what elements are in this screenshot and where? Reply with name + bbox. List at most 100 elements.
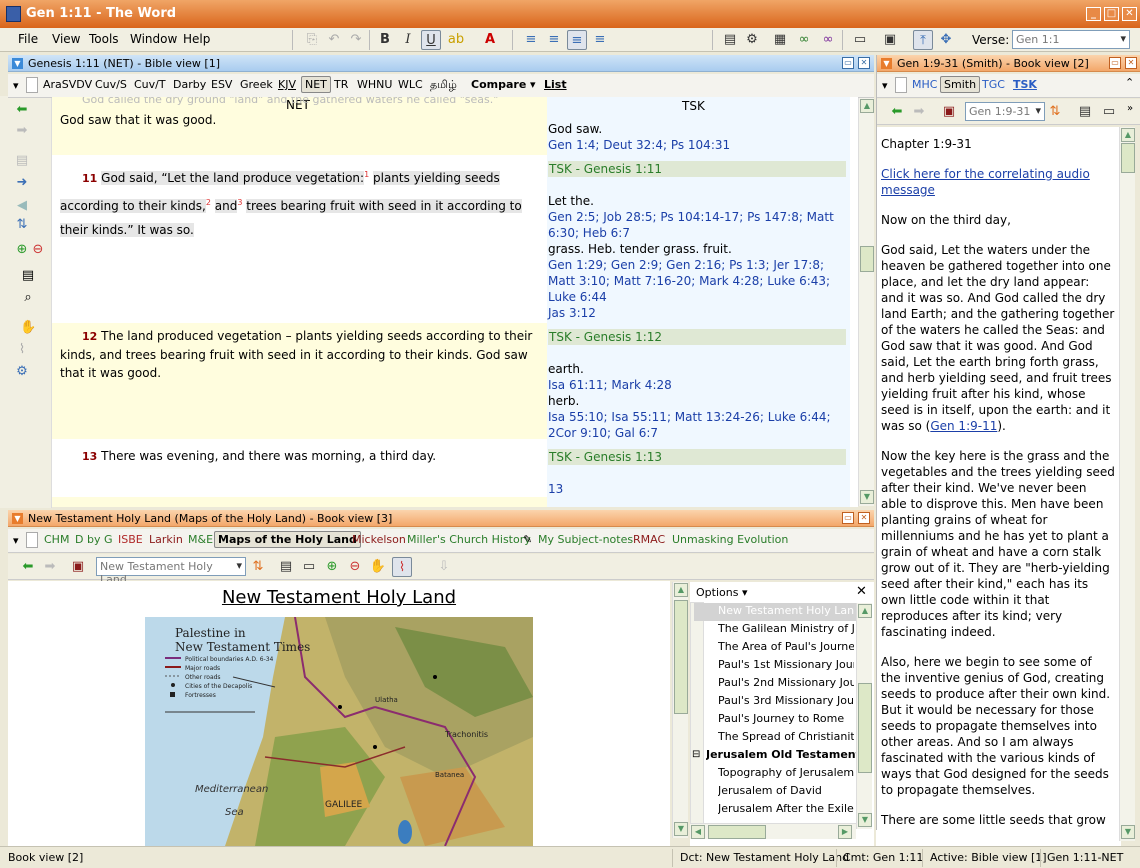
footnote-marker[interactable]: 2	[206, 198, 211, 207]
pane-restore-icon[interactable]: ▭	[842, 512, 854, 524]
options-button[interactable]: Options ▾	[696, 586, 747, 599]
menu-help[interactable]: Help	[183, 32, 210, 46]
forward-arrow-icon[interactable]: ➡	[909, 102, 929, 122]
window-layout-icon[interactable]: ▣	[880, 30, 900, 50]
tab-esv[interactable]: ESV	[211, 78, 232, 91]
bold-button[interactable]: B	[375, 30, 395, 50]
tab-list[interactable]: List	[544, 78, 567, 91]
tsk-ref-link[interactable]: Gen 1:4; Deut 32:4; Ps 104:31	[548, 137, 846, 153]
close-button[interactable]: ✕	[1122, 7, 1137, 21]
scripture-ref-link[interactable]: Gen 1:9-11	[930, 419, 997, 433]
link-up-icon[interactable]: ⤒	[913, 30, 933, 50]
tab-whnu[interactable]: WHNU	[357, 78, 392, 91]
menu-tools[interactable]: Tools	[89, 32, 119, 46]
tree-item[interactable]: The Galilean Ministry of Jesus	[718, 622, 854, 635]
tree-item[interactable]: The Spread of Christianity	[718, 730, 854, 743]
tree-item[interactable]: Jerusalem After the Exile	[718, 802, 854, 815]
map-scrollbar[interactable]: ▲ ▼	[672, 582, 688, 838]
tab-mhc[interactable]: MHC	[912, 78, 937, 91]
pane-close-icon[interactable]: ✕	[858, 512, 870, 524]
pane-close-icon[interactable]: ✕	[858, 57, 870, 69]
commentary-ref-select[interactable]: Gen 1:9-31 ▾	[965, 102, 1045, 121]
tab-rmac[interactable]: RMAC	[633, 533, 665, 546]
tab-larkin[interactable]: Larkin	[149, 533, 183, 546]
tree-item[interactable]: The Area of Paul's Journeys	[718, 640, 854, 653]
tree-item[interactable]: Jerusalem of David	[718, 784, 854, 797]
tree-item[interactable]: Paul's Journey to Rome	[718, 712, 854, 725]
tab-greek[interactable]: Greek	[240, 78, 273, 91]
pane-menu-icon[interactable]: ▼	[12, 58, 23, 69]
pane-restore-icon[interactable]: ▭	[1109, 57, 1121, 69]
tabs-menu-icon[interactable]: ▾	[882, 79, 888, 92]
align-left-icon[interactable]: ≡	[521, 30, 541, 50]
back-arrow-icon[interactable]: ⬅	[887, 102, 907, 122]
tab-subject-notes[interactable]: My Subject-notes	[538, 533, 633, 546]
book-icon[interactable]: ▣	[939, 102, 959, 122]
book-topic-select[interactable]: New Testament Holy Land ▾	[96, 557, 246, 586]
tree-item[interactable]: New Testament Holy Land	[718, 604, 854, 617]
bible-scrollbar[interactable]: ▲ ▼	[858, 98, 874, 506]
tab-unmasking[interactable]: Unmasking Evolution	[672, 533, 788, 546]
tab-m-e[interactable]: M&E	[188, 533, 213, 546]
tab-maps[interactable]: Maps of the Holy Land	[214, 531, 361, 548]
tab-wlc[interactable]: WLC	[398, 78, 423, 91]
underline-button[interactable]: U	[421, 30, 441, 50]
tree-hscrollbar[interactable]: ◀ ▶	[690, 823, 856, 839]
footnote-marker[interactable]: 1	[364, 170, 369, 179]
tile-icon[interactable]: ▭	[850, 30, 870, 50]
align-right-icon[interactable]: ≡	[567, 30, 587, 50]
sync-icon[interactable]: ⚙	[742, 30, 762, 50]
tab-smith[interactable]: Smith	[940, 76, 981, 93]
tree-item[interactable]: Topography of Jerusalem	[718, 766, 854, 779]
pane-restore-icon[interactable]: ▭	[842, 57, 854, 69]
tab-millers[interactable]: Miller's Church History	[407, 533, 531, 546]
redo-icon[interactable]: ↷	[346, 30, 366, 50]
tab-tsk[interactable]: TSK	[1013, 78, 1037, 91]
tab-chm[interactable]: CHM	[44, 533, 69, 546]
copy-icon[interactable]: ▤	[1075, 102, 1095, 122]
search-all-icon[interactable]: ∞	[818, 30, 838, 50]
tsk-ref-link[interactable]: Isa 61:11; Mark 4:28	[548, 377, 846, 393]
up-down-arrows-icon[interactable]: ⇅	[1045, 102, 1065, 122]
binoculars-icon[interactable]: ∞	[794, 30, 814, 50]
pane-menu-icon[interactable]: ▼	[881, 58, 892, 69]
pin-icon[interactable]: ⇩	[434, 557, 454, 577]
tsk-ref-13[interactable]: 13	[548, 481, 846, 497]
tsk-ref-link[interactable]: Isa 55:10; Isa 55:11; Matt 13:24-26; Luk…	[548, 409, 846, 441]
zoom-out-icon[interactable]: ⊖	[345, 557, 365, 577]
forward-arrow-icon[interactable]: ➡	[40, 557, 60, 577]
copy-icon[interactable]: ▤	[276, 557, 296, 577]
layout-icon[interactable]: ▦	[770, 30, 790, 50]
tree-scrollbar[interactable]: ▲ ▼	[856, 603, 872, 829]
print-icon[interactable]: ▤	[720, 30, 740, 50]
tab-scroll-up-icon[interactable]: ⌃	[1125, 76, 1134, 89]
tab-kjv[interactable]: KJV	[278, 78, 296, 91]
undo-icon[interactable]: ↶	[324, 30, 344, 50]
copy-icon[interactable]: ⎘	[302, 30, 322, 50]
tab-tgc[interactable]: TGC	[982, 78, 1005, 91]
tab-cuv-t[interactable]: Cuv/T	[134, 78, 166, 91]
tab-cuv-s[interactable]: Cuv/S	[95, 78, 127, 91]
tsk-ref-link[interactable]: Jas 3:12	[548, 305, 846, 321]
hand-icon[interactable]: ✋	[368, 557, 388, 577]
font-color-icon[interactable]: A	[480, 30, 500, 50]
menu-view[interactable]: View	[52, 32, 80, 46]
tabs-menu-icon[interactable]: ▾	[13, 79, 19, 92]
pane-menu-icon[interactable]: ▼	[12, 513, 23, 524]
menu-file[interactable]: File	[18, 32, 38, 46]
back-arrow-icon[interactable]: ⬅	[18, 557, 38, 577]
maximize-button[interactable]: □	[1104, 7, 1119, 21]
audio-message-link[interactable]: Click here for the correlating audio mes…	[881, 167, 1090, 197]
tree-item[interactable]: Paul's 2nd Missionary Journey	[718, 676, 854, 689]
blank-tab[interactable]	[26, 532, 38, 548]
highlight-icon[interactable]: ab	[446, 30, 466, 50]
tree-group[interactable]: Jerusalem Old Testament,	[706, 748, 856, 761]
blank-tab[interactable]	[895, 77, 907, 93]
tabs-menu-icon[interactable]: ▾	[13, 534, 19, 547]
italic-button[interactable]: I	[398, 30, 418, 50]
move-icon[interactable]: ✥	[936, 30, 956, 50]
paperclip-icon[interactable]: ⌇	[392, 557, 412, 577]
minimize-button[interactable]: _	[1086, 7, 1101, 21]
pane-close-icon[interactable]: ✕	[1125, 57, 1137, 69]
tab-arasvdv[interactable]: AraSVDV	[43, 78, 92, 91]
